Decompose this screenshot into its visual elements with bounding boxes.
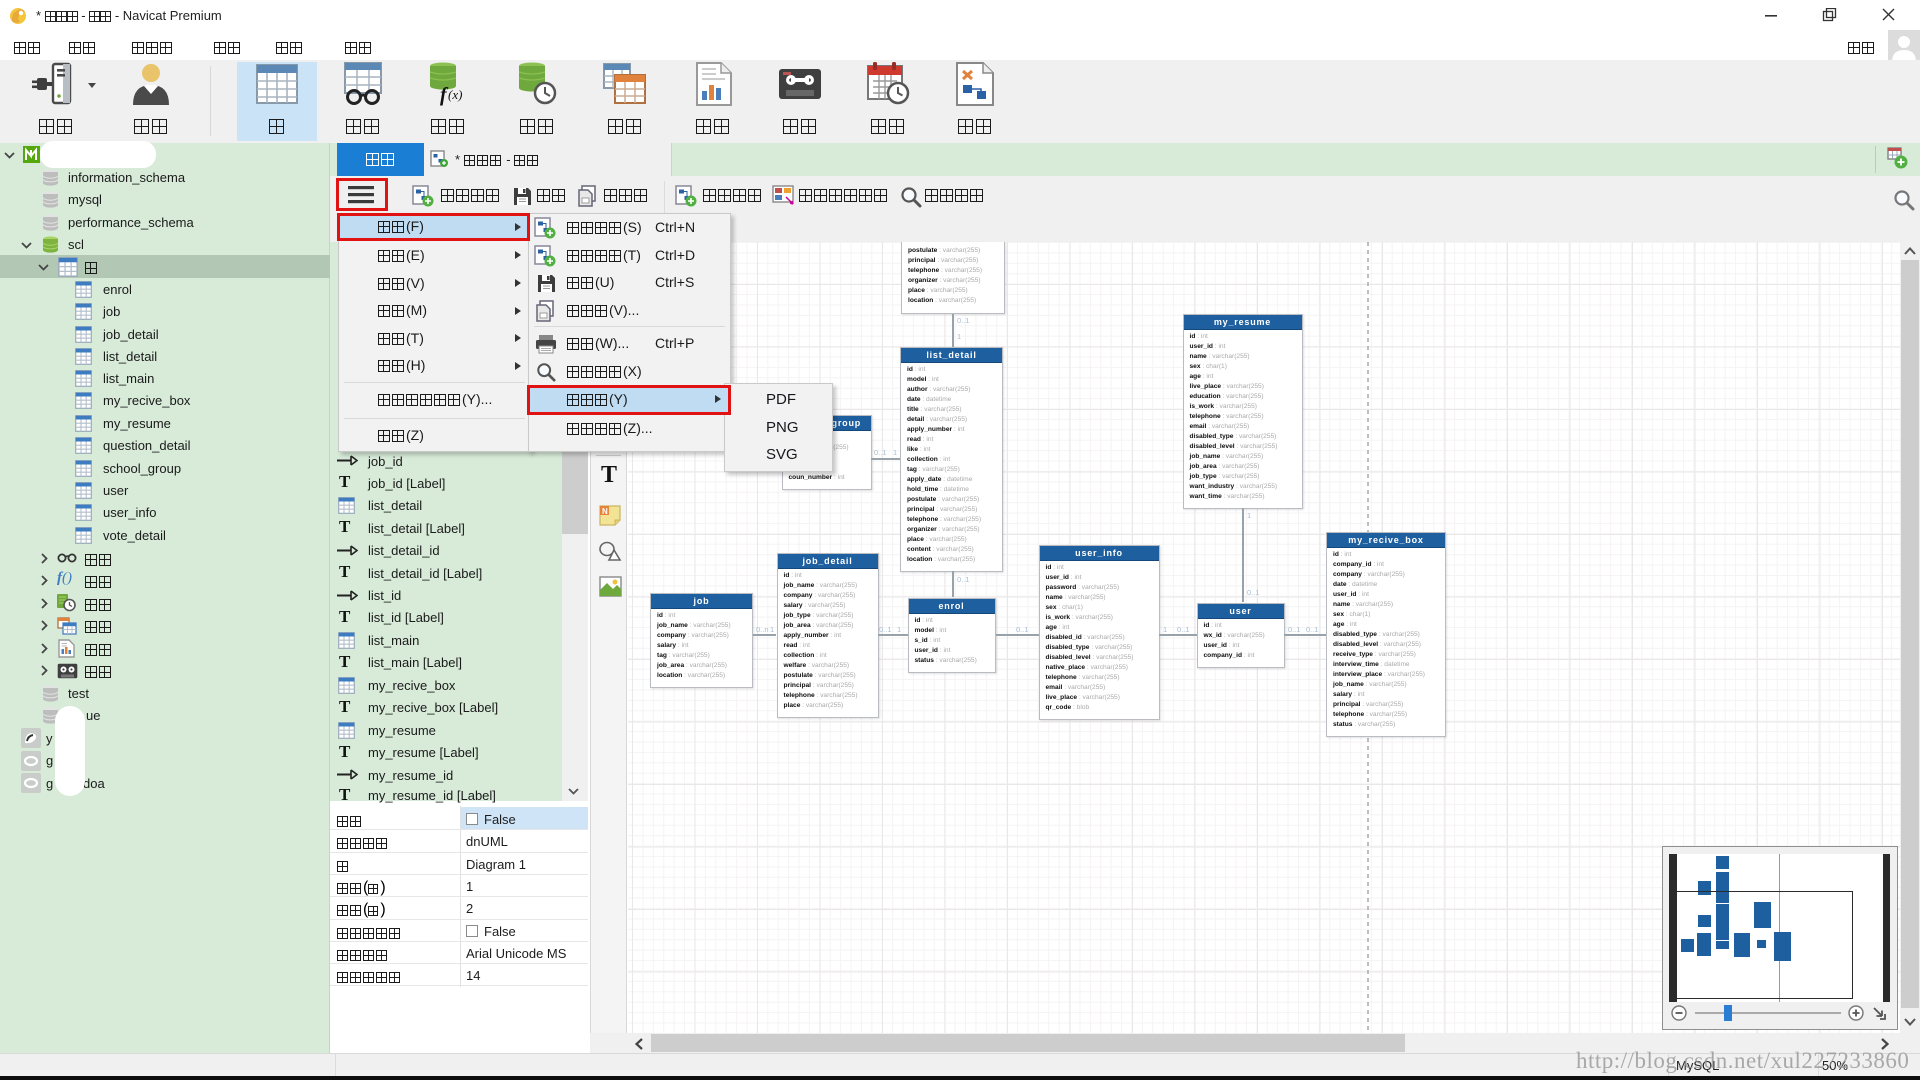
svg-text:(x): (x) [448,87,462,102]
svg-text:N: N [602,507,608,516]
